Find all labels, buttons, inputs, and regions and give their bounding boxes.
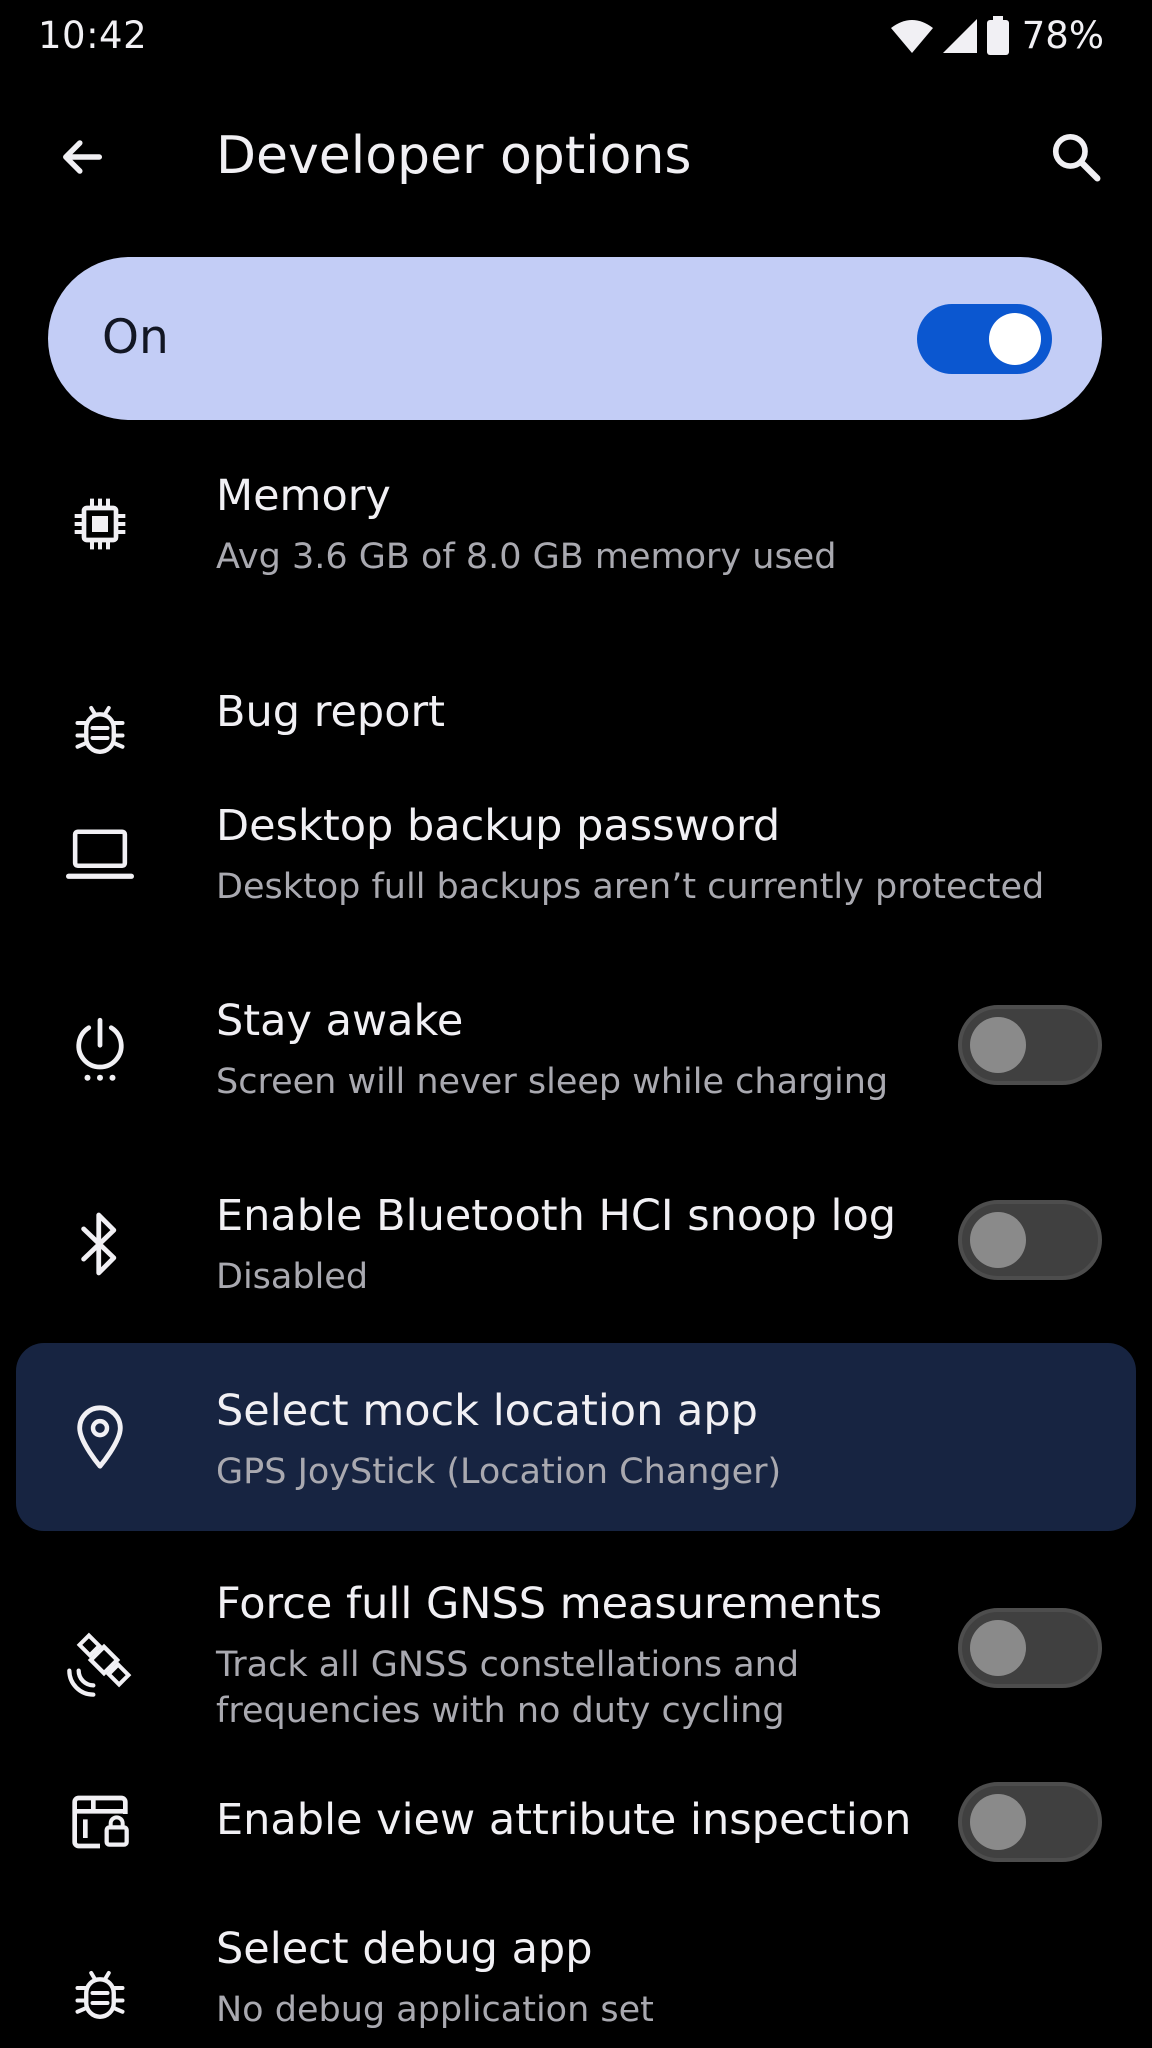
setting-title: Enable view attribute inspection [216, 1795, 912, 1845]
bug-icon [60, 1953, 140, 2033]
app-bar: Developer options [0, 100, 1152, 210]
power-icon [60, 1009, 140, 1089]
setting-title: Force full GNSS measurements [216, 1579, 883, 1629]
developer-options-master-switch[interactable]: On [48, 257, 1102, 420]
bug-icon [60, 688, 140, 768]
toggle-thumb [970, 1620, 1026, 1676]
arrow-back-icon [56, 131, 108, 183]
wifi-icon [890, 18, 934, 54]
setting-subtitle-line2: frequencies with no duty cycling [216, 1691, 785, 1731]
setting-subtitle: Avg 3.6 GB of 8.0 GB memory used [216, 537, 837, 577]
gnss-measurements-toggle[interactable] [958, 1608, 1102, 1688]
toggle-thumb [970, 1794, 1026, 1850]
satellite-icon [60, 1624, 140, 1704]
toggle-thumb [989, 313, 1041, 365]
search-icon [1049, 130, 1103, 184]
setting-subtitle: Desktop full backups aren’t currently pr… [216, 867, 1045, 907]
master-toggle[interactable] [917, 304, 1052, 374]
view-inspection-icon [60, 1782, 140, 1862]
setting-memory[interactable]: Memory Avg 3.6 GB of 8.0 GB memory used [0, 450, 1152, 600]
setting-title: Bug report [216, 687, 446, 737]
setting-title: Enable Bluetooth HCI snoop log [216, 1191, 897, 1241]
setting-subtitle: Screen will never sleep while charging [216, 1062, 889, 1102]
setting-subtitle-line1: Track all GNSS constellations and [216, 1645, 800, 1685]
toggle-thumb [970, 1212, 1026, 1268]
location-pin-icon [60, 1397, 140, 1477]
setting-desktop-backup-password[interactable]: Desktop backup password Desktop full bac… [0, 780, 1152, 930]
setting-title: Memory [216, 471, 391, 521]
setting-select-debug-app[interactable]: Select debug app No debug application se… [0, 1905, 1152, 2048]
page-title: Developer options [216, 126, 692, 186]
cellular-signal-icon [942, 18, 978, 54]
stay-awake-toggle[interactable] [958, 1005, 1102, 1085]
battery-percent: 78% [1021, 14, 1104, 57]
setting-enable-view-attribute-inspection[interactable]: Enable view attribute inspection [0, 1770, 1152, 1870]
setting-title: Desktop backup password [216, 801, 781, 851]
setting-bug-report[interactable]: Bug report [0, 640, 1152, 754]
setting-subtitle: No debug application set [216, 1990, 654, 2030]
setting-title: Select mock location app [216, 1386, 758, 1436]
search-button[interactable] [1040, 121, 1112, 193]
setting-title: Select debug app [216, 1924, 593, 1974]
setting-subtitle: GPS JoyStick (Location Changer) [216, 1452, 782, 1492]
setting-bluetooth-hci-snoop-log[interactable]: Enable Bluetooth HCI snoop log Disabled [0, 1170, 1152, 1320]
memory-chip-icon [60, 484, 140, 564]
setting-subtitle: Disabled [216, 1257, 369, 1297]
back-button[interactable] [46, 121, 118, 193]
status-icons: 78% [890, 14, 1104, 58]
master-switch-label: On [102, 310, 169, 365]
laptop-icon [60, 814, 140, 894]
setting-select-mock-location-app[interactable]: Select mock location app GPS JoyStick (L… [16, 1343, 1136, 1531]
status-bar: 10:42 78% [0, 0, 1152, 72]
bluetooth-icon [60, 1204, 140, 1284]
status-time: 10:42 [38, 14, 148, 57]
setting-title: Stay awake [216, 996, 464, 1046]
setting-stay-awake[interactable]: Stay awake Screen will never sleep while… [0, 975, 1152, 1125]
setting-force-full-gnss-measurements[interactable]: Force full GNSS measurements Track all G… [0, 1570, 1152, 1760]
toggle-thumb [970, 1017, 1026, 1073]
bluetooth-snoop-toggle[interactable] [958, 1200, 1102, 1280]
view-attribute-inspection-toggle[interactable] [958, 1782, 1102, 1862]
battery-icon [986, 16, 1010, 56]
